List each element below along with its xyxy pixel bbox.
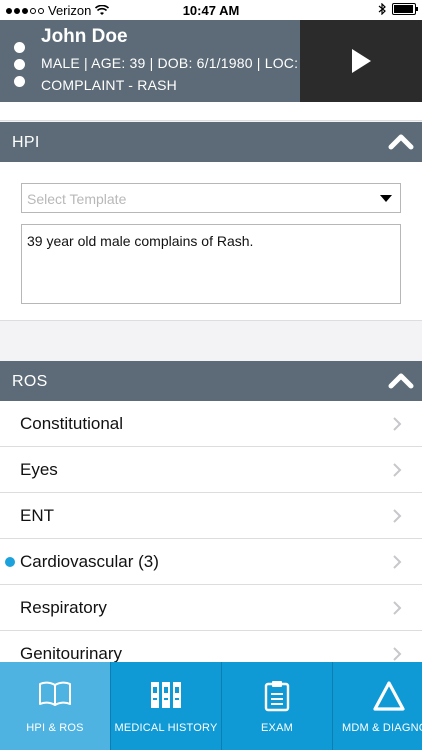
more-options-icon[interactable] — [14, 42, 25, 87]
hpi-section-header[interactable]: HPI — [0, 122, 422, 162]
hpi-body: Select Template 39 year old male complai… — [0, 162, 422, 321]
hpi-note-textarea[interactable]: 39 year old male complains of Rash. — [21, 224, 401, 304]
ros-item-respiratory[interactable]: Respiratory — [0, 585, 422, 631]
template-select[interactable]: Select Template — [21, 183, 401, 213]
ros-list: Constitutional Eyes ENT Cardiovascular (… — [0, 401, 422, 677]
bottom-tab-bar: HPI & ROS MEDICAL HISTORY EXAM MDM & DIA… — [0, 662, 422, 750]
binders-icon — [151, 682, 181, 708]
play-icon — [352, 49, 371, 73]
tab-label: MDM & DIAGNOS — [341, 722, 422, 734]
bluetooth-icon — [378, 3, 386, 15]
tab-label: HPI & ROS — [26, 722, 84, 734]
chevron-right-icon — [393, 555, 402, 569]
hpi-section-title: HPI — [12, 134, 40, 151]
play-button[interactable] — [300, 20, 422, 102]
header-spacer — [0, 102, 422, 121]
collapse-chevron-icon[interactable] — [388, 369, 414, 393]
patient-header: John Doe MALE | AGE: 39 | DOB: 6/1/1980 … — [0, 20, 422, 102]
ros-item-label: Respiratory — [20, 598, 107, 617]
ros-section-title: ROS — [12, 373, 48, 390]
ros-item-label: ENT — [20, 506, 54, 525]
chevron-right-icon — [393, 601, 402, 615]
ros-item-eyes[interactable]: Eyes — [0, 447, 422, 493]
status-right — [378, 3, 418, 15]
patient-demographics: MALE | AGE: 39 | DOB: 6/1/1980 | LOC: — [41, 55, 298, 71]
chevron-right-icon — [393, 509, 402, 523]
triangle-icon — [372, 681, 405, 711]
ros-item-label: Constitutional — [20, 414, 124, 433]
tab-label: EXAM — [261, 722, 293, 734]
chevron-right-icon — [393, 417, 402, 431]
tab-exam[interactable]: EXAM — [222, 662, 333, 750]
tab-medical-history[interactable]: MEDICAL HISTORY — [111, 662, 222, 750]
battery-icon — [392, 3, 418, 15]
tab-label: MEDICAL HISTORY — [114, 722, 218, 734]
clipboard-icon — [264, 681, 290, 712]
ros-item-label: Genitourinary — [20, 644, 123, 663]
ros-item-constitutional[interactable]: Constitutional — [0, 401, 422, 447]
ros-item-ent[interactable]: ENT — [0, 493, 422, 539]
template-select-placeholder: Select Template — [27, 191, 127, 207]
chevron-right-icon — [393, 463, 402, 477]
ros-item-label: Eyes — [20, 460, 58, 479]
dropdown-caret-icon — [380, 195, 392, 202]
ros-item-label: Cardiovascular (3) — [20, 552, 159, 571]
clock: 10:47 AM — [182, 3, 240, 18]
patient-name: John Doe — [41, 26, 128, 47]
chevron-right-icon — [393, 647, 402, 661]
ros-item-cardiovascular[interactable]: Cardiovascular (3) — [0, 539, 422, 585]
tab-mdm-diagnosis[interactable]: MDM & DIAGNOS — [333, 662, 422, 750]
ros-section-header[interactable]: ROS — [0, 361, 422, 401]
findings-indicator-dot — [5, 557, 15, 567]
book-icon — [39, 681, 71, 706]
status-bar: Verizon 10:47 AM — [0, 0, 422, 20]
collapse-chevron-icon[interactable] — [388, 130, 414, 154]
tab-hpi-ros[interactable]: HPI & ROS — [0, 662, 111, 750]
patient-complaint: COMPLAINT - RASH — [41, 77, 177, 93]
